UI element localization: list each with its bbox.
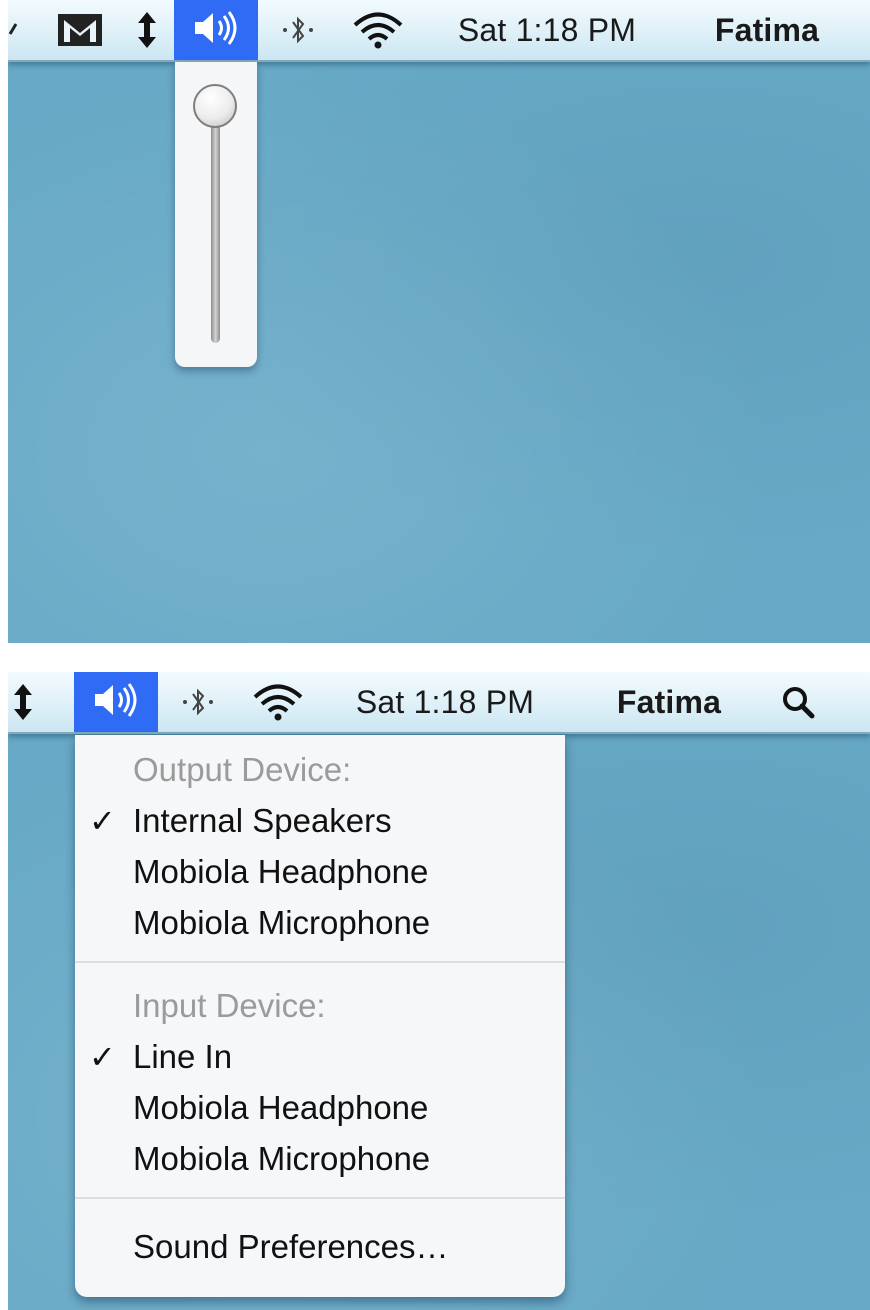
menu-item-output-mobiola-microphone[interactable]: Mobiola Microphone: [75, 898, 565, 948]
menu-separator: [75, 961, 565, 963]
sync-arrows-icon[interactable]: [8, 672, 38, 732]
checkmark-icon: ✓: [89, 803, 116, 839]
menu-item-sound-preferences[interactable]: Sound Preferences…: [75, 1222, 565, 1272]
menubar-clock[interactable]: Sat 1:18 PM: [334, 672, 556, 732]
desktop-top: Sat 1:18 PM Fatima: [8, 0, 870, 643]
bluetooth-icon[interactable]: [278, 0, 318, 60]
volume-slider-knob[interactable]: [193, 84, 237, 128]
wifi-icon[interactable]: [248, 672, 308, 732]
menu-bar: Sat 1:18 PM Fatima: [8, 0, 870, 62]
sync-arrows-icon[interactable]: [132, 0, 162, 60]
menu-item-input-mobiola-microphone[interactable]: Mobiola Microphone: [75, 1134, 565, 1184]
sound-menu: Output Device: ✓ Internal Speakers Mobio…: [75, 735, 565, 1297]
volume-icon: [191, 10, 241, 51]
menu-item-input-line-in[interactable]: ✓ Line In: [75, 1032, 565, 1082]
menu-item-input-mobiola-headphone[interactable]: Mobiola Headphone: [75, 1083, 565, 1133]
script-icon[interactable]: [8, 0, 22, 60]
desktop-bottom: Sat 1:18 PM Fatima Output Device: ✓ Inte…: [8, 672, 870, 1310]
menu-separator: [75, 1197, 565, 1199]
spotlight-search-icon[interactable]: [776, 672, 820, 732]
input-device-header: Input Device:: [133, 987, 326, 1024]
menubar-clock[interactable]: Sat 1:18 PM: [436, 0, 658, 60]
wifi-icon[interactable]: [348, 0, 408, 60]
menubar-user-name[interactable]: Fatima: [594, 672, 744, 732]
volume-menu-extra[interactable]: [74, 672, 158, 732]
output-device-header: Output Device:: [133, 751, 352, 788]
gmail-icon[interactable]: [54, 0, 106, 60]
volume-menu-extra[interactable]: [174, 0, 258, 60]
menubar-user-name[interactable]: Fatima: [692, 0, 842, 60]
volume-slider-track[interactable]: [211, 98, 220, 343]
volume-slider-popup: [175, 62, 257, 367]
menu-item-output-mobiola-headphone[interactable]: Mobiola Headphone: [75, 847, 565, 897]
bluetooth-icon[interactable]: [178, 672, 218, 732]
checkmark-icon: ✓: [89, 1039, 116, 1075]
volume-icon: [91, 682, 141, 723]
menu-bar: Sat 1:18 PM Fatima: [8, 672, 870, 734]
menu-item-output-internal-speakers[interactable]: ✓ Internal Speakers: [75, 796, 565, 846]
